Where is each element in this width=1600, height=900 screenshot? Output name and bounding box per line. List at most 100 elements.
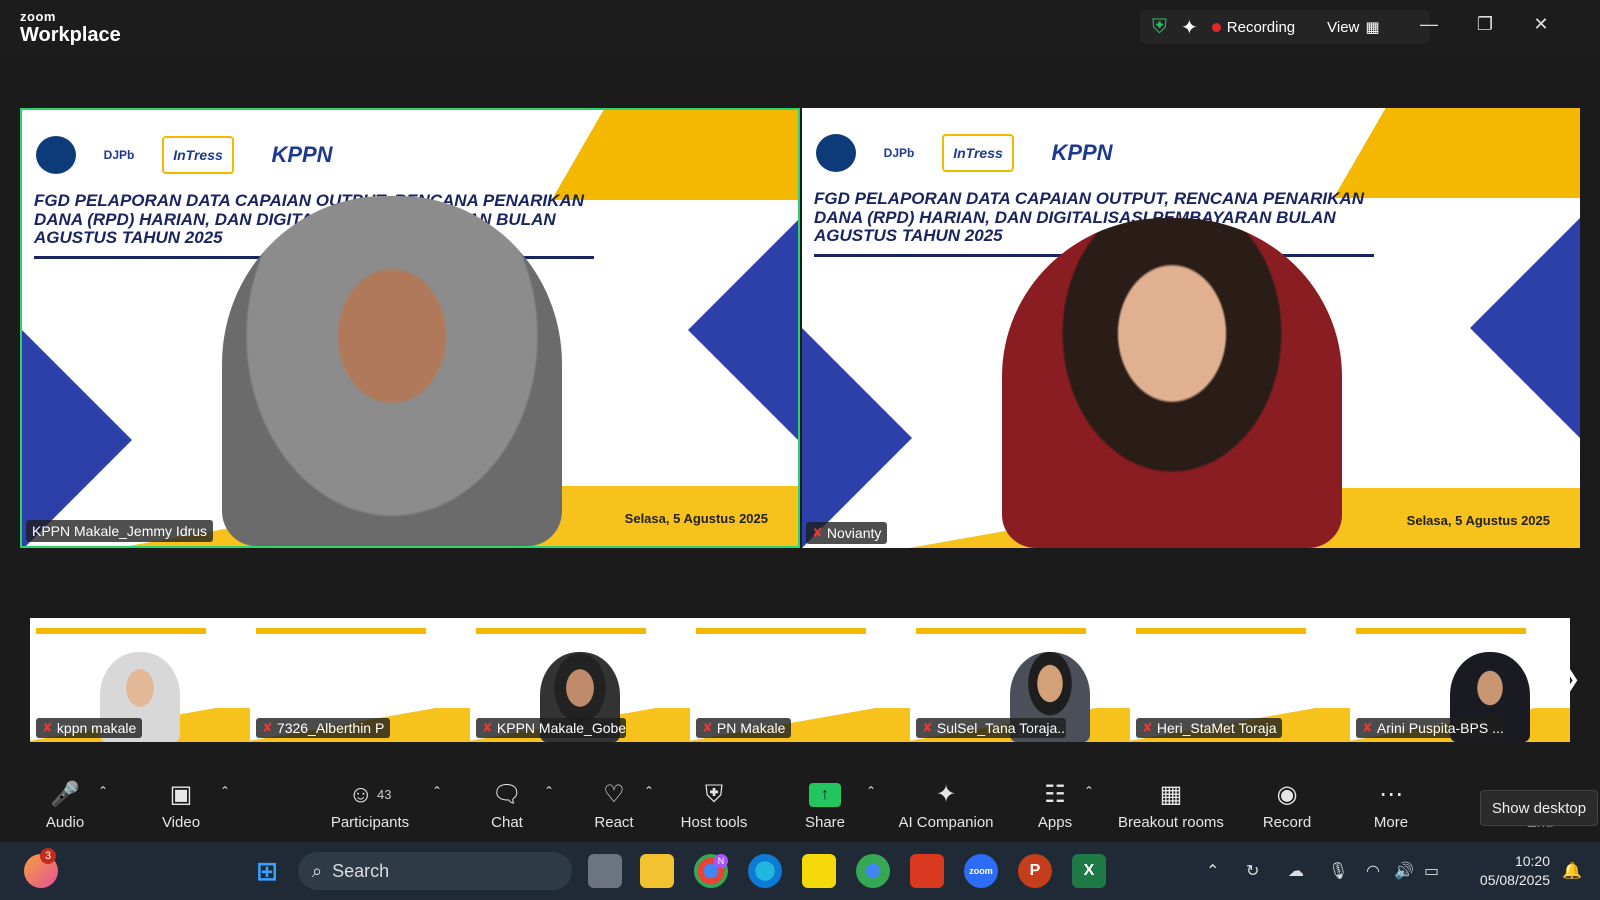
ai-sparkle-icon[interactable]: ✦ xyxy=(1181,15,1198,40)
record-icon: ◉ xyxy=(1276,781,1298,808)
chat-options-caret[interactable]: ⌃ xyxy=(544,784,554,798)
tray-overflow-button[interactable]: ⌃ xyxy=(1206,842,1219,900)
ai-companion-button[interactable]: ✦ AI Companion xyxy=(896,770,996,840)
thumbnail-tile[interactable]: ✘ KPPN Makale_Gobel xyxy=(470,618,690,742)
microphone-muted-icon: 🎤 xyxy=(50,781,80,808)
participants-button[interactable]: ☺ 43 Participants xyxy=(322,770,418,840)
thumbnail-tile[interactable]: ✘ kppn makale xyxy=(30,618,250,742)
volume-icon[interactable]: 🔊 xyxy=(1394,842,1414,900)
file-explorer-icon[interactable] xyxy=(640,854,674,888)
slide-decoration xyxy=(1136,628,1306,648)
zoom-app-icon[interactable]: zoom xyxy=(964,854,998,888)
shield-check-icon[interactable]: ⛨ xyxy=(1152,16,1167,39)
powerpoint-icon[interactable]: P xyxy=(1018,854,1052,888)
ai-sparkle-icon: ✦ xyxy=(935,781,957,808)
notifications-icon[interactable]: 🔔 xyxy=(1562,842,1582,900)
kemenkeu-seal-logo xyxy=(816,134,856,172)
djpb-logo: DJPb xyxy=(883,146,915,160)
thumbnail-tile[interactable]: ✘ Heri_StaMet Toraja xyxy=(1130,618,1350,742)
restore-button[interactable]: ❐ xyxy=(1470,14,1500,42)
recording-indicator[interactable]: Recording xyxy=(1211,19,1295,36)
shield-icon: ⛨ xyxy=(705,780,723,808)
minimize-icon: — xyxy=(1420,14,1438,34)
slide-decoration xyxy=(256,628,426,648)
sync-icon[interactable]: ↻ xyxy=(1246,842,1259,900)
share-label: Share xyxy=(804,813,846,831)
audio-button[interactable]: 🎤 Audio xyxy=(40,770,90,840)
task-view-icon[interactable] xyxy=(588,854,622,888)
excel-icon[interactable]: X xyxy=(1072,854,1106,888)
windows-taskbar: 3 ⊞ ⌕ Search N zoom P X ⌃ ↻ ☁ 🎙 ◠ 🔊 ▭ 10… xyxy=(0,842,1600,900)
muted-mic-icon: ✘ xyxy=(922,720,933,735)
video-tile-active-speaker[interactable]: DJPb InTress KPPN FGD PELAPORAN DATA CAP… xyxy=(20,108,800,548)
video-button[interactable]: ▣ Video xyxy=(156,770,206,840)
taskbar-search[interactable]: ⌕ Search xyxy=(298,852,572,890)
wifi-icon[interactable]: ◠ xyxy=(1366,842,1380,900)
participant-name-tag: ✘ Novianty xyxy=(806,522,888,544)
chrome-profile-icon[interactable] xyxy=(856,854,890,888)
video-label: Video xyxy=(161,813,201,831)
participant-name: PN Makale xyxy=(716,720,786,736)
thumbnail-strip: ✘ kppn makale ✘ 7326_Alberthin P ✘ KPPN Mak… xyxy=(30,618,1570,742)
apps-button[interactable]: ☷ Apps xyxy=(1036,770,1074,840)
more-dots-icon: ⋯ xyxy=(1379,781,1403,808)
thumbnail-tile[interactable]: ✘ Arini Puspita-BPS ... xyxy=(1350,618,1570,742)
grid-icon: ▦ xyxy=(1365,19,1380,36)
meeting-status-bar: ⛨ ✦ Recording View ▦ xyxy=(1140,10,1430,44)
muted-mic-icon: ✘ xyxy=(812,525,823,540)
record-button[interactable]: ◉ Record xyxy=(1262,770,1312,840)
acrobat-icon[interactable] xyxy=(910,854,944,888)
edge-icon[interactable] xyxy=(748,854,782,888)
microphone-icon[interactable]: 🎙 xyxy=(1328,842,1348,900)
participant-video xyxy=(1002,218,1342,548)
battery-icon[interactable]: ▭ xyxy=(1424,842,1439,900)
chat-label: Chat xyxy=(491,813,523,831)
slide-decoration xyxy=(1280,108,1580,198)
participant-name-tag: KPPN Makale_Jemmy Idrus xyxy=(26,520,214,542)
more-button[interactable]: ⋯ More xyxy=(1370,770,1412,840)
participant-name: KPPN Makale_Gobel xyxy=(496,720,626,736)
muted-mic-icon: ✘ xyxy=(1142,720,1153,735)
close-button[interactable]: ✕ xyxy=(1526,14,1556,42)
share-options-caret[interactable]: ⌃ xyxy=(866,784,876,798)
chat-bubble-icon: 🗨 xyxy=(491,781,523,808)
thumbnail-tile[interactable]: ✘ 7326_Alberthin P xyxy=(250,618,470,742)
more-label: More xyxy=(1373,813,1409,831)
muted-mic-icon: ✘ xyxy=(262,720,273,735)
apps-icon: ☷ xyxy=(1044,781,1066,808)
onedrive-icon[interactable]: ☁ xyxy=(1288,842,1304,900)
host-tools-button[interactable]: ⛨ Host tools xyxy=(676,770,752,840)
search-label: Search xyxy=(332,860,390,881)
chat-button[interactable]: 🗨 Chat xyxy=(486,770,528,840)
muted-mic-icon: ✘ xyxy=(702,720,713,735)
ai-companion-label: AI Companion xyxy=(898,813,994,831)
video-camera-icon: ▣ xyxy=(169,781,193,808)
brand-bottom: Workplace xyxy=(20,24,121,46)
react-button[interactable]: ♡ React xyxy=(592,770,636,840)
windows-start-icon[interactable]: ⊞ xyxy=(250,854,284,888)
audio-options-caret[interactable]: ⌃ xyxy=(98,784,108,798)
next-page-button[interactable]: ❯ xyxy=(1562,666,1580,692)
slide-decoration xyxy=(916,628,1086,648)
react-options-caret[interactable]: ⌃ xyxy=(644,784,654,798)
slide-decoration xyxy=(498,110,798,200)
participant-name: Heri_StaMet Toraja xyxy=(1156,720,1277,736)
slide-decoration xyxy=(688,220,798,440)
participant-name: Novianty xyxy=(826,525,882,541)
participant-name: 7326_Alberthin P xyxy=(276,720,385,736)
brand-top: zoom xyxy=(20,9,56,24)
video-options-caret[interactable]: ⌃ xyxy=(220,784,230,798)
participant-name: Arini Puspita-BPS ... xyxy=(1376,720,1504,736)
thumbnail-tile[interactable]: ✘ PN Makale xyxy=(690,618,910,742)
breakout-rooms-button[interactable]: ▦ Breakout rooms xyxy=(1114,770,1228,840)
taskbar-clock[interactable]: 10:20 05/08/2025 xyxy=(1460,852,1550,890)
share-button[interactable]: ↑ Share xyxy=(802,770,848,840)
view-button[interactable]: View ▦ xyxy=(1327,18,1380,37)
participant-name-tag: ✘ KPPN Makale_Gobel xyxy=(476,718,626,738)
sticky-notes-icon[interactable] xyxy=(802,854,836,888)
video-tile[interactable]: DJPb InTress KPPN FGD PELAPORAN DATA CAP… xyxy=(802,108,1580,548)
apps-options-caret[interactable]: ⌃ xyxy=(1084,784,1094,798)
thumbnail-tile[interactable]: ✘ SulSel_Tana Toraja... xyxy=(910,618,1130,742)
participants-options-caret[interactable]: ⌃ xyxy=(432,784,442,798)
minimize-button[interactable]: — xyxy=(1414,14,1444,42)
